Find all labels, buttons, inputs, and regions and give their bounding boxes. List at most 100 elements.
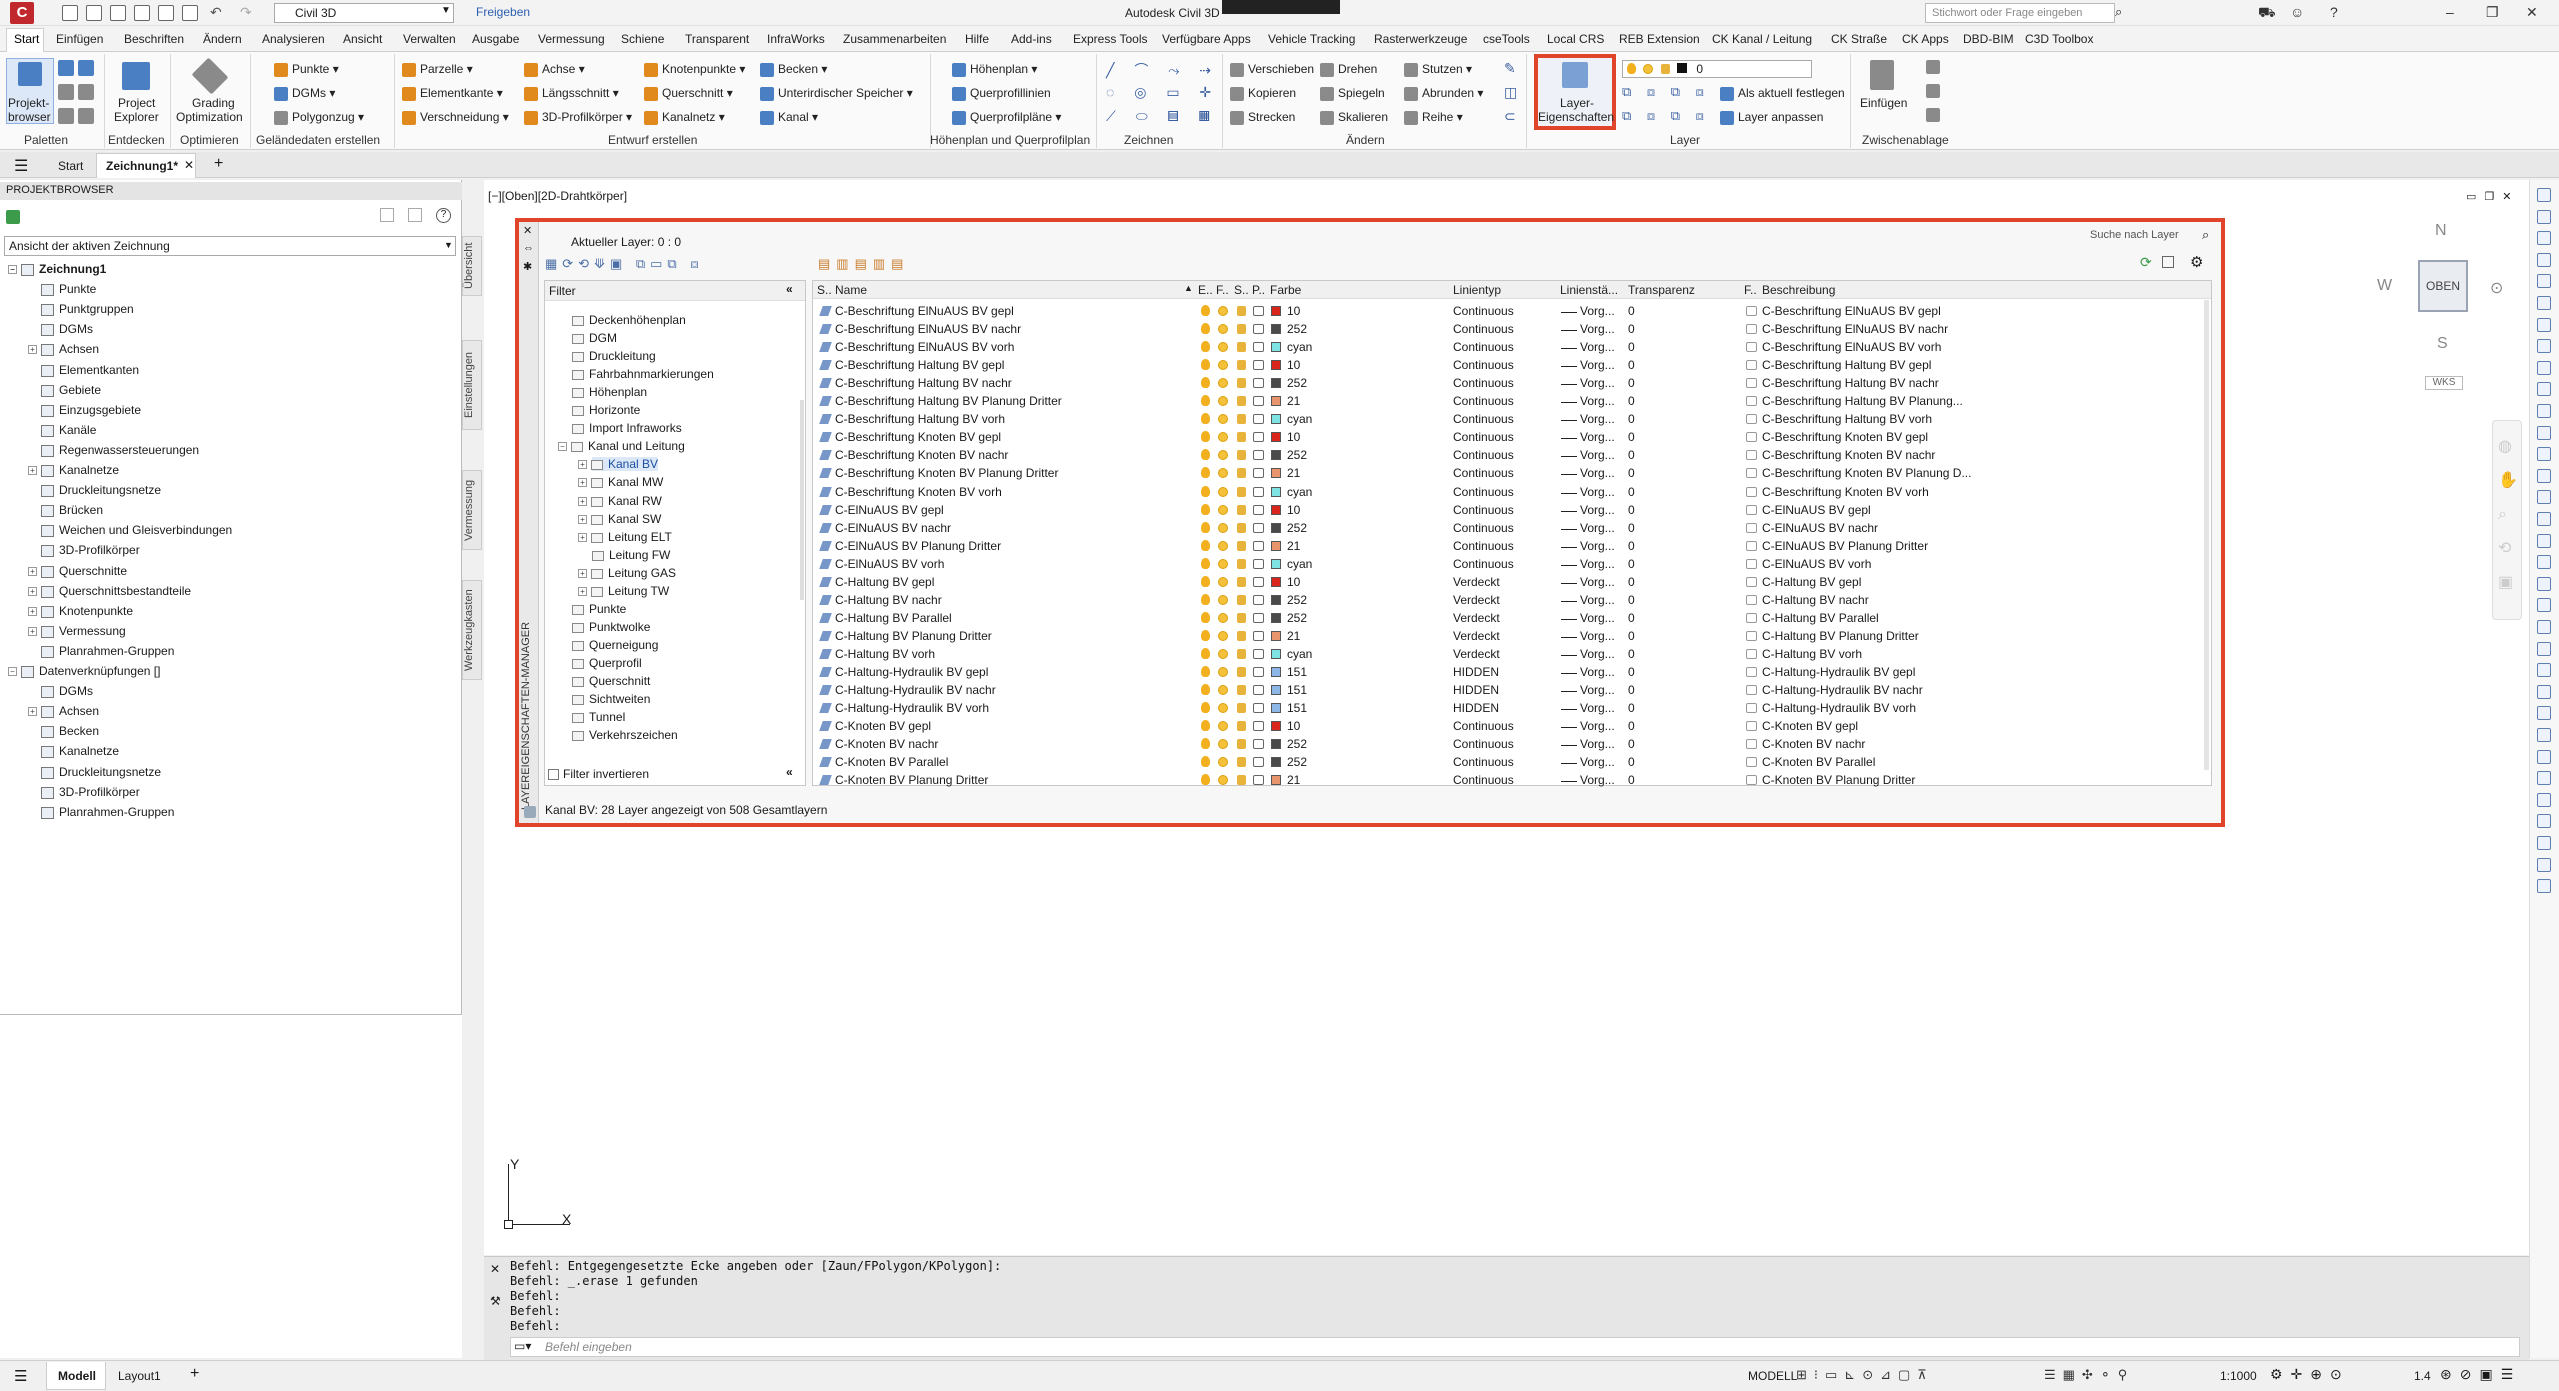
toolbar-tool-icon[interactable] [2537, 706, 2551, 720]
toolbar-tool-icon[interactable] [2537, 663, 2551, 677]
layer-state-icon[interactable] [2162, 256, 2174, 268]
layer-description[interactable]: C-ElNuAUS BV gepl [1762, 503, 2207, 517]
vp-freeze-icon[interactable] [1746, 468, 1757, 478]
tree-item[interactable]: + Achsen [28, 342, 99, 356]
collapse-filter-icon[interactable]: « [786, 765, 793, 779]
layer-description[interactable]: C-ElNuAUS BV nachr [1762, 521, 2207, 535]
color-swatch[interactable] [1271, 523, 1281, 533]
layer-description[interactable]: C-ElNuAUS BV vorh [1762, 557, 2207, 571]
layer-name[interactable]: C-Knoten BV nachr [835, 737, 1175, 751]
layer-row[interactable]: C-Beschriftung Knoten BV nachr 252 Continu… [813, 446, 2211, 464]
layer-description[interactable]: C-Knoten BV Planung Dritter [1762, 773, 2207, 787]
layer-row[interactable]: C-ElNuAUS BV vorh cyan Continuous Vorg... 0 C… [813, 555, 2211, 573]
viewcube-face[interactable]: OBEN [2418, 260, 2468, 312]
toolbar-tool-icon[interactable] [2537, 210, 2551, 224]
sun-icon[interactable] [1218, 306, 1228, 316]
traverse-button[interactable]: Polygonzug ▾ [274, 110, 364, 125]
layer-row[interactable]: C-Beschriftung Haltung BV nachr 252 Contin… [813, 374, 2211, 392]
filter-item[interactable]: Verkehrszeichen [572, 728, 678, 742]
layer-linetype[interactable]: Continuous [1453, 539, 1553, 553]
compass-north[interactable]: N [2435, 222, 2447, 240]
copy-clip-icon[interactable] [1926, 84, 1940, 98]
layer-color[interactable]: 21 [1287, 629, 1387, 643]
draw-tools-row-1[interactable]: ╱ ⌒ ⤳ ⇢ [1106, 60, 1219, 80]
layer-color[interactable]: 252 [1287, 376, 1387, 390]
printer-icon[interactable] [1253, 324, 1264, 334]
sun-icon[interactable] [1218, 505, 1228, 515]
lock-icon[interactable] [1237, 775, 1246, 785]
color-swatch[interactable] [1271, 613, 1281, 623]
grid-scrollbar[interactable] [2204, 300, 2209, 770]
layer-row[interactable]: C-Haltung BV Parallel 252 Verdeckt Vorg... 0… [813, 609, 2211, 627]
layer-row[interactable]: C-Beschriftung ElNuAUS BV vorh cyan Contin… [813, 338, 2211, 356]
light-bulb-icon[interactable] [1201, 305, 1210, 316]
light-bulb-icon[interactable] [1201, 720, 1210, 731]
sun-icon[interactable] [1218, 450, 1228, 460]
expand-icon[interactable]: + [28, 466, 37, 476]
layer-linetype[interactable]: HIDDEN [1453, 665, 1553, 679]
lock-icon[interactable] [1237, 414, 1246, 424]
toolbar-tool-icon[interactable] [2537, 253, 2551, 267]
layer-row[interactable]: C-Beschriftung Haltung BV Planung Dritte… [813, 392, 2211, 410]
color-swatch[interactable] [1271, 577, 1281, 587]
menu-icon[interactable]: ☰ [14, 156, 28, 176]
layer-linetype[interactable]: Continuous [1453, 485, 1553, 499]
layer-name[interactable]: C-ElNuAUS BV gepl [835, 503, 1175, 517]
vp-freeze-icon[interactable] [1746, 667, 1757, 677]
printer-icon[interactable] [1253, 414, 1264, 424]
pipe-network-button[interactable]: Kanalnetz ▾ [644, 110, 725, 125]
tab-infraworks[interactable]: InfraWorks [767, 32, 825, 46]
toolbar-tool-icon[interactable] [2537, 793, 2551, 807]
vp-freeze-icon[interactable] [1746, 324, 1757, 334]
layer-linetype[interactable]: Continuous [1453, 503, 1553, 517]
light-bulb-icon[interactable] [1201, 666, 1210, 677]
layer-color[interactable]: 10 [1287, 719, 1387, 733]
filter-item[interactable]: Deckenhöhenplan [572, 313, 686, 327]
layer-color[interactable]: 10 [1287, 304, 1387, 318]
close-icon[interactable]: ✕ [523, 224, 532, 237]
toolbar-tool-icon[interactable] [2537, 728, 2551, 742]
col-lineweight[interactable]: Linienstä... [1560, 283, 1618, 297]
tab-hilfe[interactable]: Hilfe [965, 32, 989, 46]
layer-name[interactable]: C-Beschriftung ElNuAUS BV vorh [835, 340, 1175, 354]
toolbar-tool-icon[interactable] [2537, 404, 2551, 418]
expand-icon[interactable]: + [28, 567, 37, 577]
layer-color[interactable]: 252 [1287, 322, 1387, 336]
tab-beschriften[interactable]: Beschriften [124, 32, 184, 46]
filter-item[interactable]: Höhenplan [572, 385, 647, 399]
tree-item[interactable]: Druckleitungsnetze [28, 483, 161, 497]
toolbar-tool-icon[interactable] [2537, 490, 2551, 504]
sun-icon[interactable] [1218, 631, 1228, 641]
tree-item[interactable]: Kanäle [28, 423, 96, 437]
status-toggles-2[interactable]: ☰▦✣⚬⚲ [2044, 1367, 2134, 1383]
expand-icon[interactable]: + [578, 569, 587, 579]
sun-icon[interactable] [1218, 757, 1228, 767]
vp-freeze-icon[interactable] [1746, 703, 1757, 713]
compass-east-icon[interactable]: ⊙ [2490, 278, 2503, 298]
tree-item[interactable]: + Vermessung [28, 624, 126, 638]
status-toggles[interactable]: ⊞⁝▭⊾⊙⊿▢⊼ [1796, 1367, 1934, 1383]
printer-icon[interactable] [1253, 577, 1264, 587]
expand-icon[interactable]: + [578, 515, 587, 525]
col-plot[interactable]: P.. [1252, 283, 1265, 297]
vp-freeze-icon[interactable] [1746, 360, 1757, 370]
layer-transparency[interactable]: 0 [1628, 376, 1688, 390]
draw-tools-row-3[interactable]: ⟋ ⬭ ▤ ▦ [1106, 108, 1218, 125]
fillet-button[interactable]: Abrunden ▾ [1404, 86, 1483, 101]
layer-transparency[interactable]: 0 [1628, 593, 1688, 607]
layer-linetype[interactable]: Continuous [1453, 394, 1553, 408]
design-center-icon[interactable] [58, 108, 74, 124]
channel-button[interactable]: Kanal ▾ [760, 110, 818, 125]
layer-description[interactable]: C-Haltung-Hydraulik BV nachr [1762, 683, 2207, 697]
layer-transparency[interactable]: 0 [1628, 557, 1688, 571]
lock-icon[interactable] [1237, 468, 1246, 478]
grading-optimization-label[interactable]: Grading [192, 96, 235, 110]
toolbar-tool-icon[interactable] [2537, 382, 2551, 396]
layer-row[interactable]: C-Haltung BV gepl 10 Verdeckt Vorg... 0 C-Hal… [813, 573, 2211, 591]
group-layer[interactable]: Layer [1670, 133, 1700, 147]
toolbar-tool-icon[interactable] [2537, 642, 2551, 656]
layer-description[interactable]: C-Haltung BV Planung Dritter [1762, 629, 2207, 643]
expand-icon[interactable]: + [578, 460, 587, 470]
filter-item[interactable]: Querschnitt [572, 674, 650, 688]
layer-tools-row-1[interactable]: ⧉ ⧈ ⧉ ⧈ [1622, 84, 1710, 100]
